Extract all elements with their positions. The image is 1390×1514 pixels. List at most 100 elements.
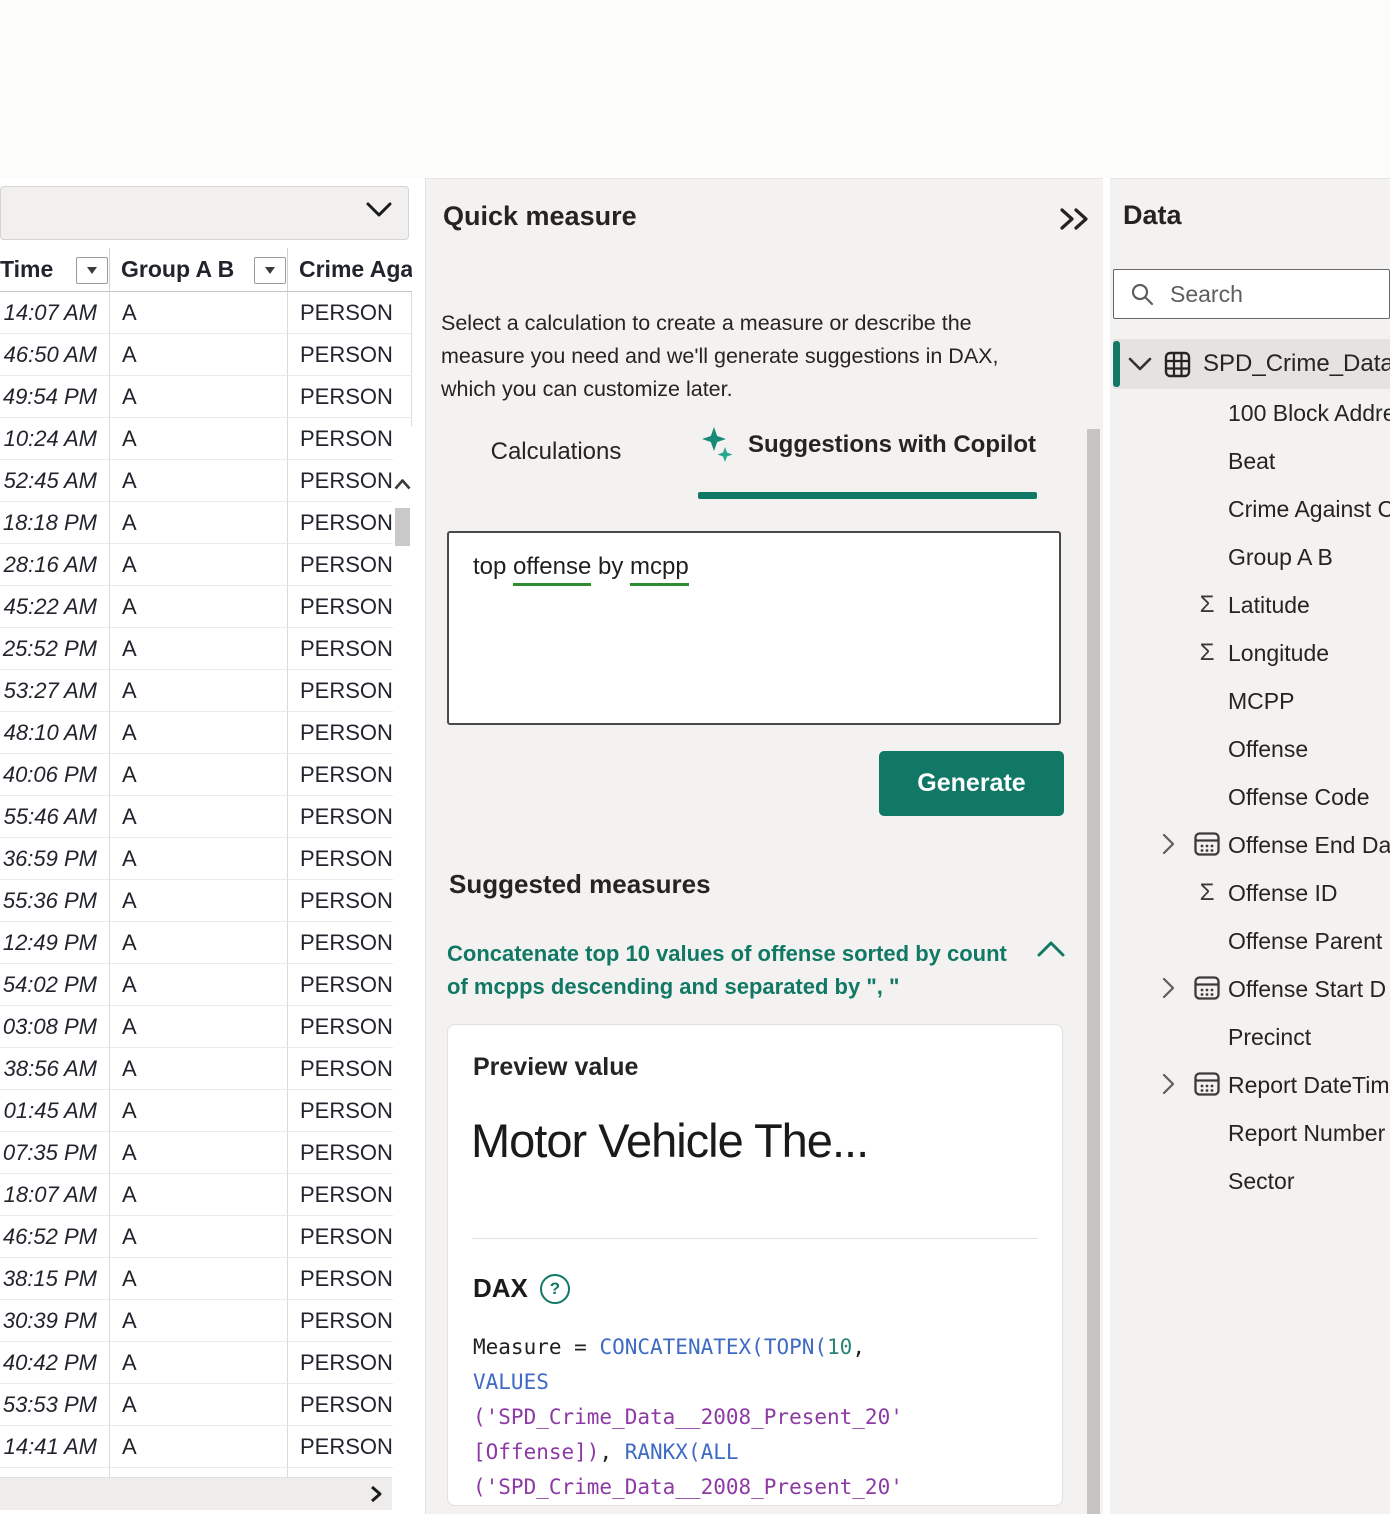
table-row[interactable]: 01:45 AMAPERSON: [0, 1090, 412, 1132]
tab-calculations[interactable]: Calculations: [441, 414, 671, 489]
field-row-group-a-b[interactable]: Group A B: [1110, 533, 1390, 581]
table-cell[interactable]: 38:15 PM: [0, 1258, 110, 1300]
field-row-offense[interactable]: Offense: [1110, 725, 1390, 773]
table-row[interactable]: 45:22 AMAPERSON: [0, 586, 412, 628]
table-row[interactable]: 53:27 AMAPERSON: [0, 670, 412, 712]
filter-dropdown-button[interactable]: [254, 257, 286, 284]
chevron-right-icon[interactable]: [1162, 833, 1175, 855]
table-cell[interactable]: A: [110, 964, 288, 1006]
table-row[interactable]: 38:15 PMAPERSON: [0, 1258, 412, 1300]
table-row[interactable]: 30:39 PMAPERSON: [0, 1300, 412, 1342]
table-cell[interactable]: A: [110, 1132, 288, 1174]
column-header-crime-against[interactable]: Crime Agai: [288, 248, 412, 292]
pane-scrollbar-thumb[interactable]: [1087, 429, 1100, 1514]
field-row-report-datetim[interactable]: Report DateTim: [1110, 1061, 1390, 1109]
table-cell[interactable]: A: [110, 922, 288, 964]
table-cell[interactable]: A: [110, 1342, 288, 1384]
table-cell[interactable]: A: [110, 334, 288, 376]
table-cell[interactable]: 30:39 PM: [0, 1300, 110, 1342]
table-cell[interactable]: 01:45 AM: [0, 1090, 110, 1132]
table-cell[interactable]: 55:46 AM: [0, 796, 110, 838]
collapse-suggestion-button[interactable]: [1037, 941, 1065, 962]
search-box[interactable]: [1113, 269, 1390, 319]
field-row-mcpp[interactable]: MCPP: [1110, 677, 1390, 725]
table-horizontal-scrollbar[interactable]: [0, 1477, 392, 1510]
collapsed-dropdown-bar[interactable]: [0, 186, 409, 240]
chevron-down-icon[interactable]: [1128, 357, 1152, 372]
table-cell[interactable]: 55:36 PM: [0, 880, 110, 922]
field-row-offense-end-da[interactable]: Offense End Da: [1110, 821, 1390, 869]
search-input[interactable]: [1168, 280, 1389, 309]
table-row[interactable]: 12:49 PMAPERSON: [0, 922, 412, 964]
table-cell[interactable]: A: [110, 502, 288, 544]
table-cell[interactable]: 18:07 AM: [0, 1174, 110, 1216]
column-header-time[interactable]: Time: [0, 248, 110, 292]
table-cell[interactable]: PERSON: [288, 334, 412, 376]
generate-button[interactable]: Generate: [879, 751, 1064, 816]
table-row[interactable]: 46:50 AMAPERSON: [0, 334, 412, 376]
table-cell[interactable]: A: [110, 628, 288, 670]
table-cell[interactable]: 53:53 PM: [0, 1384, 110, 1426]
table-row[interactable]: 40:42 PMAPERSON: [0, 1342, 412, 1384]
table-cell[interactable]: 12:49 PM: [0, 922, 110, 964]
table-row[interactable]: 38:56 AMAPERSON: [0, 1048, 412, 1090]
table-cell[interactable]: A: [110, 460, 288, 502]
table-cell[interactable]: A: [110, 1426, 288, 1468]
scrollbar-thumb[interactable]: [395, 508, 410, 546]
table-cell[interactable]: 10:24 AM: [0, 418, 110, 460]
field-row-offense-start-d[interactable]: Offense Start D: [1110, 965, 1390, 1013]
table-cell[interactable]: A: [110, 376, 288, 418]
table-cell[interactable]: 03:08 PM: [0, 1006, 110, 1048]
table-cell[interactable]: A: [110, 796, 288, 838]
chevron-right-icon[interactable]: [370, 1485, 382, 1503]
tab-suggestions-with-copilot[interactable]: Suggestions with Copilot: [698, 397, 1038, 492]
table-cell[interactable]: A: [110, 670, 288, 712]
table-cell[interactable]: A: [110, 1216, 288, 1258]
table-cell[interactable]: A: [110, 1006, 288, 1048]
field-row-offense-id[interactable]: ΣOffense ID: [1110, 869, 1390, 917]
table-cell[interactable]: PERSON: [288, 376, 412, 418]
field-row-report-number[interactable]: Report Number: [1110, 1109, 1390, 1157]
table-cell[interactable]: A: [110, 1300, 288, 1342]
table-row[interactable]: 18:07 AMAPERSON: [0, 1174, 412, 1216]
table-row[interactable]: 14:41 AMAPERSON: [0, 1426, 412, 1468]
field-row-offense-parent[interactable]: Offense Parent: [1110, 917, 1390, 965]
table-cell[interactable]: A: [110, 1174, 288, 1216]
chevron-right-icon[interactable]: [1162, 977, 1175, 999]
table-row[interactable]: 49:54 PMAPERSON: [0, 376, 412, 418]
table-cell[interactable]: 14:07 AM: [0, 292, 110, 334]
table-cell[interactable]: 38:56 AM: [0, 1048, 110, 1090]
table-cell[interactable]: 52:45 AM: [0, 460, 110, 502]
table-cell[interactable]: A: [110, 586, 288, 628]
field-row-100-block-addre[interactable]: 100 Block Addre: [1110, 389, 1390, 437]
table-cell[interactable]: PERSON: [288, 292, 412, 334]
collapse-pane-button[interactable]: [1059, 207, 1093, 236]
suggestion-title[interactable]: Concatenate top 10 values of offense sor…: [447, 937, 1012, 1003]
table-cell[interactable]: 46:52 PM: [0, 1216, 110, 1258]
table-row[interactable]: 55:36 PMAPERSON: [0, 880, 412, 922]
table-cell[interactable]: A: [110, 1090, 288, 1132]
table-cell[interactable]: 36:59 PM: [0, 838, 110, 880]
suggestion-item-header[interactable]: Concatenate top 10 values of offense sor…: [447, 937, 1087, 1003]
table-cell[interactable]: 46:50 AM: [0, 334, 110, 376]
field-row-beat[interactable]: Beat: [1110, 437, 1390, 485]
field-row-longitude[interactable]: ΣLongitude: [1110, 629, 1390, 677]
table-row[interactable]: 55:46 AMAPERSON: [0, 796, 412, 838]
table-cell[interactable]: 40:06 PM: [0, 754, 110, 796]
table-row[interactable]: 10:24 AMAPERSON: [0, 418, 412, 460]
table-cell[interactable]: A: [110, 838, 288, 880]
table-cell[interactable]: A: [110, 1258, 288, 1300]
column-header-group-a-b[interactable]: Group A B: [110, 248, 288, 292]
table-cell[interactable]: 53:27 AM: [0, 670, 110, 712]
table-cell[interactable]: 25:52 PM: [0, 628, 110, 670]
table-cell[interactable]: A: [110, 712, 288, 754]
copilot-prompt-input[interactable]: top offense by mcpp: [447, 531, 1061, 725]
field-row-sector[interactable]: Sector: [1110, 1157, 1390, 1205]
table-cell[interactable]: 28:16 AM: [0, 544, 110, 586]
table-cell[interactable]: A: [110, 292, 288, 334]
table-row[interactable]: 53:53 PMAPERSON: [0, 1384, 412, 1426]
table-row[interactable]: 54:02 PMAPERSON: [0, 964, 412, 1006]
table-cell[interactable]: A: [110, 418, 288, 460]
table-cell[interactable]: 48:10 AM: [0, 712, 110, 754]
table-row[interactable]: 36:59 PMAPERSON: [0, 838, 412, 880]
